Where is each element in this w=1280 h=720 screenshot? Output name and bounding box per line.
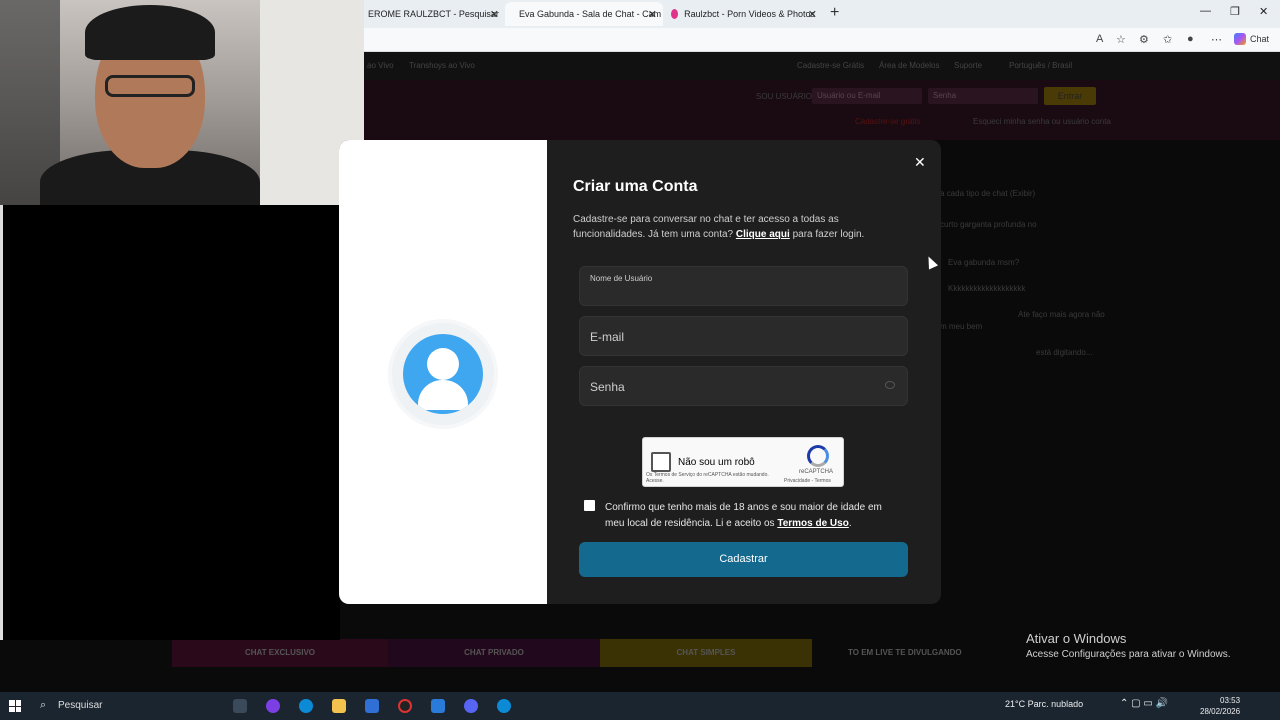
promo-label: TO EM LIVE TE DIVULGANDO bbox=[848, 648, 962, 657]
copilot-chat-button[interactable]: Chat bbox=[1234, 33, 1269, 45]
chat-message: Ate faço mais agora não bbox=[1018, 310, 1105, 319]
favorites-icon[interactable]: ✩ bbox=[1163, 33, 1172, 46]
copilot-icon bbox=[1234, 33, 1246, 45]
password-input[interactable] bbox=[580, 367, 907, 405]
terms-link[interactable]: Termos de Uso bbox=[777, 518, 849, 529]
person-cap bbox=[85, 5, 215, 60]
favorite-star-icon[interactable]: ☆ bbox=[1116, 33, 1126, 46]
tab-label: Raulzbct - Porn Videos & Photos bbox=[684, 9, 815, 19]
forgot-link[interactable]: Esqueci minha senha ou usuário conta bbox=[973, 117, 1111, 126]
tab-erome-search[interactable]: EROME RAULZBCT - Pesquisar ✕ bbox=[360, 2, 505, 26]
chat-banner: a cada tipo de chat (Exibir) bbox=[940, 189, 1036, 198]
extensions-icon[interactable]: ⚙ bbox=[1139, 33, 1149, 46]
webcam-overlay bbox=[0, 0, 364, 205]
file-explorer-icon[interactable] bbox=[332, 699, 346, 713]
task-view-icon[interactable] bbox=[233, 699, 247, 713]
tab-eva-chat[interactable]: Eva Gabunda - Sala de Chat - Cam ✕ bbox=[505, 2, 663, 26]
more-menu-icon[interactable]: ⋯ bbox=[1211, 33, 1222, 46]
close-tab-icon[interactable]: ✕ bbox=[808, 8, 817, 21]
restore-icon[interactable]: ❐ bbox=[1230, 5, 1240, 18]
video-player[interactable] bbox=[0, 153, 340, 640]
recaptcha-label: Não sou um robô bbox=[678, 457, 755, 468]
recaptcha-note: Os Termos de Serviço do reCAPTCHA estão … bbox=[646, 472, 769, 484]
typing-indicator: está digitando... bbox=[1036, 348, 1093, 357]
modal-subtitle: Cadastre-se para conversar no chat e ter… bbox=[573, 212, 913, 242]
recaptcha-brand: reCAPTCHA bbox=[799, 469, 834, 475]
close-icon[interactable]: ✕ bbox=[914, 154, 926, 171]
activation-title: Ativar o Windows bbox=[1026, 631, 1127, 646]
email-field[interactable]: E-mail bbox=[579, 316, 908, 356]
minimize-icon[interactable]: — bbox=[1200, 5, 1211, 17]
avatar-ring bbox=[392, 323, 494, 425]
nav-link[interactable]: ao Vivo bbox=[367, 61, 394, 70]
subtitle-text: para fazer login. bbox=[792, 229, 865, 240]
close-tab-icon[interactable]: ✕ bbox=[648, 8, 657, 21]
nav-link[interactable]: Transhoys ao Vivo bbox=[409, 61, 475, 70]
modal-title: Criar uma Conta bbox=[573, 178, 698, 195]
show-password-eye-icon[interactable] bbox=[885, 381, 895, 389]
weather-widget[interactable]: 21°C Parc. nublado bbox=[1005, 699, 1083, 709]
nav-link[interactable]: Suporte bbox=[954, 61, 982, 70]
close-tab-icon[interactable]: ✕ bbox=[490, 8, 499, 21]
modal-form-panel: ✕ Criar uma Conta Cadastre-se para conve… bbox=[547, 140, 941, 604]
login-user-input[interactable]: Usuário ou E-mail bbox=[812, 88, 922, 104]
time: 03:53 bbox=[1220, 696, 1241, 705]
nav-link[interactable]: Área de Modelos bbox=[879, 61, 939, 70]
language-select[interactable]: Português / Brasil bbox=[1009, 61, 1072, 70]
chat-message: m meu bem bbox=[940, 322, 983, 331]
login-link[interactable]: Clique aqui bbox=[736, 229, 790, 240]
windows-start-icon[interactable] bbox=[9, 700, 21, 712]
close-window-icon[interactable]: ✕ bbox=[1259, 5, 1268, 18]
login-button[interactable]: Entrar bbox=[1044, 87, 1096, 105]
username-input[interactable] bbox=[580, 267, 907, 305]
login-password-input[interactable]: Senha bbox=[928, 88, 1038, 104]
chat-message: curto garganta profunda no bbox=[940, 220, 1037, 229]
tab-chat-exclusivo[interactable]: CHAT EXCLUSIVO bbox=[172, 639, 388, 667]
no-account-text[interactable]: Cadastre-se grátis bbox=[855, 117, 920, 126]
taskbar-search[interactable]: Pesquisar bbox=[58, 700, 102, 711]
profile-icon[interactable]: ● bbox=[1187, 33, 1194, 45]
modal-image-panel bbox=[339, 140, 547, 604]
windows-taskbar: ⌕ Pesquisar 21°C Parc. nublado ⌃ ▢ ▭ 🔊 0… bbox=[0, 692, 1280, 720]
store-icon[interactable] bbox=[365, 699, 379, 713]
tab-label: EROME RAULZBCT - Pesquisar bbox=[368, 9, 499, 19]
password-field[interactable]: Senha bbox=[579, 366, 908, 406]
copilot-taskbar-icon[interactable] bbox=[266, 699, 280, 713]
signup-modal: ✕ Criar uma Conta Cadastre-se para conve… bbox=[339, 140, 941, 604]
age-confirm-checkbox[interactable] bbox=[584, 500, 595, 511]
chat-message: Eva gabunda msm? bbox=[948, 258, 1020, 267]
chat-message: Kkkkkkkkkkkkkkkkkkk bbox=[948, 284, 1026, 293]
discord-icon[interactable] bbox=[464, 699, 478, 713]
age-confirm-text: Confirmo que tenho mais de 18 anos e sou… bbox=[605, 502, 882, 529]
user-avatar-icon bbox=[403, 334, 483, 414]
tab-chat-privado[interactable]: CHAT PRIVADO bbox=[388, 639, 600, 667]
date: 28/02/2026 bbox=[1200, 707, 1241, 716]
recaptcha-checkbox[interactable] bbox=[651, 452, 671, 472]
obs-icon[interactable] bbox=[398, 699, 412, 713]
email-input[interactable] bbox=[580, 317, 907, 355]
radio-sou-usuario[interactable]: SOU USUÁRIO bbox=[756, 92, 812, 101]
heart-favicon-icon bbox=[671, 9, 679, 19]
read-aloud-icon[interactable]: A bbox=[1096, 33, 1103, 45]
person-glasses bbox=[105, 75, 195, 97]
chat-label: Chat bbox=[1250, 34, 1270, 44]
edge-active-icon[interactable] bbox=[497, 699, 511, 713]
clock[interactable]: 03:53 28/02/2026 bbox=[1200, 695, 1240, 717]
tab-raulzbct[interactable]: Raulzbct - Porn Videos & Photos ✕ bbox=[663, 2, 823, 26]
recaptcha-links[interactable]: Privacidade - Termos bbox=[784, 478, 831, 484]
new-tab-icon[interactable]: + bbox=[830, 4, 839, 22]
windows-activation-watermark: Ativar o Windows Acesse Configurações pa… bbox=[1026, 631, 1231, 660]
tab-chat-simples[interactable]: CHAT SIMPLES bbox=[600, 639, 812, 667]
activation-subtitle: Acesse Configurações para ativar o Windo… bbox=[1026, 649, 1231, 660]
recaptcha-widget: Não sou um robô Os Termos de Serviço do … bbox=[642, 437, 844, 487]
register-button[interactable]: Cadastrar bbox=[579, 542, 908, 577]
recaptcha-logo-icon bbox=[807, 445, 829, 467]
search-icon: ⌕ bbox=[40, 699, 47, 711]
tab-label: Eva Gabunda - Sala de Chat - Cam bbox=[519, 9, 662, 19]
system-tray-icons[interactable]: ⌃ ▢ ▭ 🔊 bbox=[1120, 698, 1168, 709]
app-icon[interactable] bbox=[431, 699, 445, 713]
nav-link[interactable]: Cadastre-se Grátis bbox=[797, 61, 864, 70]
username-field[interactable]: Nome de Usuário bbox=[579, 266, 908, 306]
edge-icon[interactable] bbox=[299, 699, 313, 713]
